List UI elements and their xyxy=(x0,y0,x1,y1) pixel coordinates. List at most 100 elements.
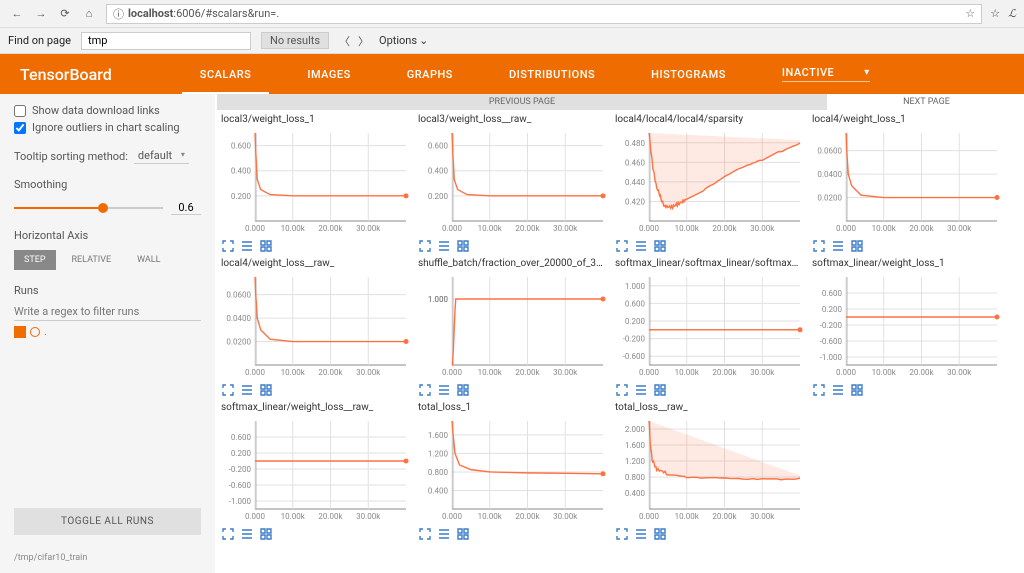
bookmark-star-icon[interactable]: ☆ xyxy=(990,7,1000,20)
fit-icon[interactable] xyxy=(456,383,469,396)
svg-text:-1.000: -1.000 xyxy=(229,497,252,506)
svg-text:0.000: 0.000 xyxy=(639,512,660,521)
list-icon[interactable] xyxy=(240,527,253,540)
find-next-icon[interactable]: 〉 xyxy=(358,33,369,49)
list-icon[interactable] xyxy=(831,239,844,252)
svg-text:20.00k: 20.00k xyxy=(712,368,737,377)
fit-icon[interactable] xyxy=(259,527,272,540)
tab-inactive[interactable]: INACTIVE ▾ xyxy=(754,54,898,94)
fit-icon[interactable] xyxy=(653,239,666,252)
show-download-links-checkbox[interactable]: Show data download links xyxy=(14,104,201,117)
tooltip-sort-select[interactable]: default xyxy=(134,148,189,164)
expand-icon[interactable] xyxy=(615,383,628,396)
edit-icon[interactable]: ℒ xyxy=(1008,7,1016,20)
back-button[interactable]: ← xyxy=(8,5,26,23)
ha-wall-button[interactable]: WALL xyxy=(127,250,170,270)
chart-plot[interactable]: 0.4000.8001.2001.6002.0000.00010.00k20.0… xyxy=(611,415,806,525)
previous-page-button[interactable]: PREVIOUS PAGE xyxy=(217,94,827,110)
run-toggle-2[interactable] xyxy=(30,327,40,337)
expand-icon[interactable] xyxy=(615,239,628,252)
expand-icon[interactable] xyxy=(221,239,234,252)
fit-icon[interactable] xyxy=(850,383,863,396)
chart-plot[interactable]: 0.4200.4400.4600.4800.00010.00k20.00k30.… xyxy=(611,127,806,237)
list-icon[interactable] xyxy=(437,527,450,540)
chart-plot[interactable]: 0.2000.4000.6000.00010.00k20.00k30.00k xyxy=(217,127,412,237)
svg-text:0.600: 0.600 xyxy=(625,299,646,308)
svg-text:20.00k: 20.00k xyxy=(318,224,343,233)
toggle-all-runs-button[interactable]: TOGGLE ALL RUNS xyxy=(14,508,201,535)
chevron-down-icon: ▾ xyxy=(864,67,870,78)
chart-title: softmax_linear/softmax_linear/softmax_li… xyxy=(611,256,806,271)
expand-icon[interactable] xyxy=(418,383,431,396)
runs-filter-input[interactable] xyxy=(14,303,201,321)
expand-icon[interactable] xyxy=(812,239,825,252)
tab-histograms[interactable]: HISTOGRAMS xyxy=(623,54,754,94)
reload-button[interactable]: ⟳ xyxy=(56,5,74,23)
chart-title: softmax_linear/weight_loss__raw_ xyxy=(217,400,412,415)
tab-graphs[interactable]: GRAPHS xyxy=(379,54,481,94)
list-icon[interactable] xyxy=(240,239,253,252)
url-bar[interactable]: ⓘ localhost:6006/#scalars&run=. ☆ xyxy=(106,4,982,24)
tab-scalars[interactable]: SCALARS xyxy=(172,54,280,94)
list-icon[interactable] xyxy=(831,383,844,396)
svg-text:10.00k: 10.00k xyxy=(281,368,306,377)
chart-plot[interactable]: 0.4000.8001.2001.6000.00010.00k20.00k30.… xyxy=(414,415,609,525)
home-button[interactable]: ⌂ xyxy=(80,5,98,23)
ha-step-button[interactable]: STEP xyxy=(14,250,56,270)
chart-plot[interactable]: 1.0001.0001.0000.00010.00k20.00k30.00k xyxy=(414,271,609,381)
svg-text:0.480: 0.480 xyxy=(625,139,646,148)
svg-text:20.00k: 20.00k xyxy=(318,368,343,377)
chart-plot[interactable]: 0.02000.04000.06000.00010.00k20.00k30.00… xyxy=(217,271,412,381)
smoothing-slider[interactable] xyxy=(14,207,163,209)
tab-distributions[interactable]: DISTRIBUTIONS xyxy=(481,54,623,94)
chart-plot[interactable]: 0.2000.4000.6000.00010.00k20.00k30.00k xyxy=(414,127,609,237)
svg-text:30.00k: 30.00k xyxy=(553,368,578,377)
svg-text:0.0600: 0.0600 xyxy=(226,291,251,300)
fit-icon[interactable] xyxy=(259,239,272,252)
fit-icon[interactable] xyxy=(456,527,469,540)
fit-icon[interactable] xyxy=(456,239,469,252)
svg-text:0.200: 0.200 xyxy=(822,305,843,314)
expand-icon[interactable] xyxy=(418,239,431,252)
next-page-button[interactable]: NEXT PAGE xyxy=(829,94,1024,110)
svg-text:0.0600: 0.0600 xyxy=(817,147,842,156)
fit-icon[interactable] xyxy=(259,383,272,396)
find-prev-icon[interactable]: 〈 xyxy=(339,33,350,49)
list-icon[interactable] xyxy=(634,239,647,252)
svg-text:0.000: 0.000 xyxy=(836,368,857,377)
ha-relative-button[interactable]: RELATIVE xyxy=(62,250,122,270)
find-input[interactable] xyxy=(81,32,251,50)
svg-text:20.00k: 20.00k xyxy=(712,512,737,521)
forward-button[interactable]: → xyxy=(32,5,50,23)
run-toggle-1[interactable] xyxy=(14,326,26,338)
bookmark-icon[interactable]: ☆ xyxy=(965,7,975,20)
chart-plot[interactable]: -1.000-0.600-0.2000.2000.6000.00010.00k2… xyxy=(217,415,412,525)
svg-text:10.00k: 10.00k xyxy=(281,224,306,233)
fit-icon[interactable] xyxy=(653,527,666,540)
list-icon[interactable] xyxy=(634,527,647,540)
expand-icon[interactable] xyxy=(615,527,628,540)
fit-icon[interactable] xyxy=(653,383,666,396)
svg-text:0.000: 0.000 xyxy=(639,368,660,377)
svg-text:0.0200: 0.0200 xyxy=(226,338,251,347)
list-icon[interactable] xyxy=(240,383,253,396)
list-icon[interactable] xyxy=(437,383,450,396)
expand-icon[interactable] xyxy=(812,383,825,396)
svg-text:1.200: 1.200 xyxy=(625,457,646,466)
list-icon[interactable] xyxy=(437,239,450,252)
expand-icon[interactable] xyxy=(221,527,234,540)
fit-icon[interactable] xyxy=(850,239,863,252)
chart-plot[interactable]: -0.600-0.2000.2000.6001.0000.00010.00k20… xyxy=(611,271,806,381)
svg-text:0.200: 0.200 xyxy=(231,192,252,201)
chart-plot[interactable]: -1.000-0.600-0.2000.2000.6000.00010.00k2… xyxy=(808,271,1003,381)
expand-icon[interactable] xyxy=(221,383,234,396)
chart-plot[interactable]: 0.02000.04000.06000.00010.00k20.00k30.00… xyxy=(808,127,1003,237)
tab-images[interactable]: IMAGES xyxy=(279,54,378,94)
expand-icon[interactable] xyxy=(418,527,431,540)
runs-label: Runs xyxy=(14,284,201,297)
find-options[interactable]: Options ⌄ xyxy=(379,34,428,47)
ignore-outliers-checkbox[interactable]: Ignore outliers in chart scaling xyxy=(14,121,201,134)
smoothing-value-input[interactable] xyxy=(171,201,201,215)
list-icon[interactable] xyxy=(634,383,647,396)
svg-text:10.00k: 10.00k xyxy=(478,224,503,233)
